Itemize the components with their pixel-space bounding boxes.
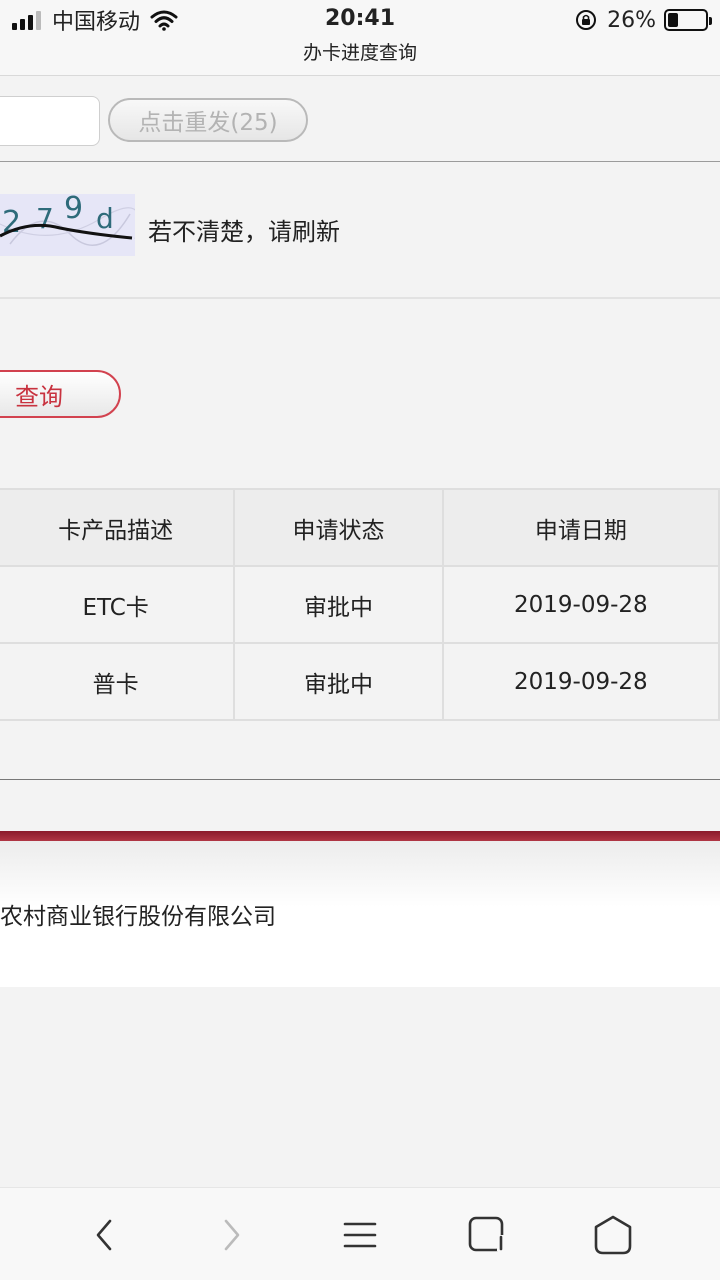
home-icon [594, 1215, 632, 1255]
forward-button[interactable] [204, 1208, 258, 1262]
footer-company-name: 农村商业银行股份有限公司 [0, 904, 276, 930]
page: 中国移动 20:41 办卡进度查询 26% 点击重发(25) 2 7 9 d 若… [0, 0, 720, 1280]
footer-accent-bar [0, 831, 720, 841]
svg-text:7: 7 [36, 202, 54, 235]
resend-code-button[interactable]: 点击重发(25) [108, 98, 308, 142]
battery-icon [664, 9, 712, 31]
query-button[interactable]: 查询 [0, 370, 121, 418]
svg-text:d: d [96, 202, 114, 235]
browser-navbar [0, 1187, 720, 1280]
footer: 农村商业银行股份有限公司 [0, 841, 720, 987]
divider [0, 779, 720, 780]
tabs-button[interactable] [460, 1208, 514, 1262]
header-date: 申请日期 [441, 488, 720, 567]
cell-date: 2019-09-28 [441, 642, 720, 721]
table-header-row: 卡产品描述 申请状态 申请日期 [0, 488, 720, 567]
captcha-image[interactable]: 2 7 9 d [0, 194, 135, 256]
cell-status: 审批中 [233, 565, 444, 644]
table-row: ETC卡 审批中 2019-09-28 [0, 565, 720, 644]
menu-icon [343, 1222, 377, 1248]
results-table: 卡产品描述 申请状态 申请日期 ETC卡 审批中 2019-09-28 普卡 审… [0, 488, 720, 721]
cell-card-product: ETC卡 [0, 565, 236, 644]
status-bar: 中国移动 20:41 办卡进度查询 26% [0, 0, 720, 76]
sms-code-input[interactable] [0, 96, 100, 146]
back-button[interactable] [78, 1208, 132, 1262]
cell-status: 审批中 [233, 642, 444, 721]
cell-date: 2019-09-28 [441, 565, 720, 644]
svg-text:9: 9 [64, 194, 83, 226]
tabs-icon [468, 1216, 505, 1252]
status-right: 26% [575, 6, 712, 34]
forward-icon [224, 1219, 240, 1251]
menu-button[interactable] [333, 1208, 387, 1262]
cell-card-product: 普卡 [0, 642, 236, 721]
page-title: 办卡进度查询 [302, 42, 417, 64]
captcha-refresh-hint[interactable]: 若不清楚，请刷新 [148, 212, 340, 247]
header-card-product: 卡产品描述 [0, 488, 236, 567]
sms-code-row: 点击重发(25) [0, 76, 720, 162]
table-row: 普卡 审批中 2019-09-28 [0, 642, 720, 721]
header-status: 申请状态 [233, 488, 444, 567]
rotation-lock-icon [576, 10, 597, 30]
back-icon [96, 1219, 112, 1251]
home-button[interactable] [586, 1208, 640, 1262]
battery-percent: 26% [607, 7, 656, 33]
captcha-row: 2 7 9 d 若不清楚，请刷新 [0, 162, 720, 299]
